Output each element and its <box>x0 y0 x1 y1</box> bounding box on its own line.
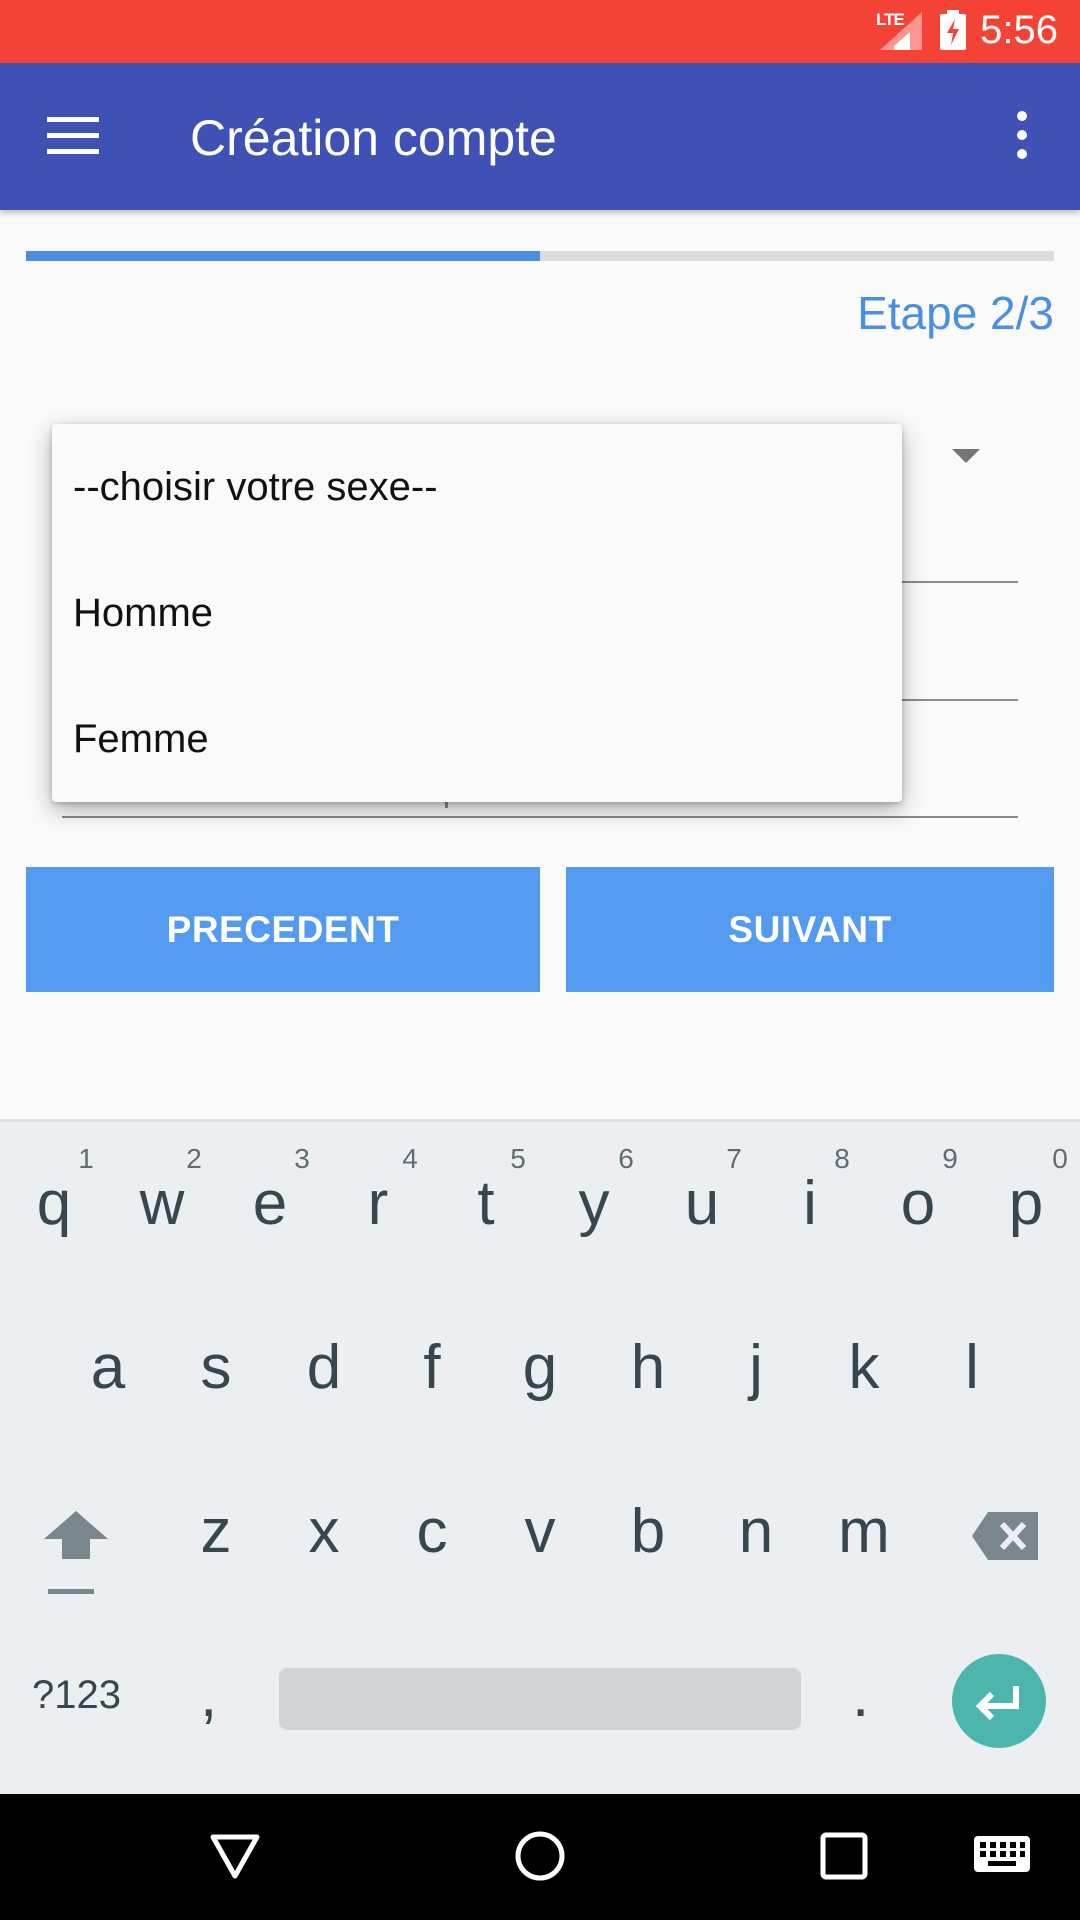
key-hint-1: 1 <box>78 1143 94 1174</box>
key-d[interactable]: d <box>270 1332 378 1403</box>
comma-key[interactable]: , <box>200 1660 217 1731</box>
key-k[interactable]: k <box>810 1332 918 1403</box>
space-key[interactable] <box>279 1668 801 1730</box>
key-x[interactable]: x <box>270 1496 378 1567</box>
key-o[interactable]: o <box>864 1168 972 1239</box>
key-b[interactable]: b <box>594 1496 702 1567</box>
key-u[interactable]: u <box>648 1168 756 1239</box>
app-bar: Création compte <box>0 63 1080 210</box>
step-progress-fill <box>26 251 540 261</box>
key-g[interactable]: g <box>486 1332 594 1403</box>
home-circle-icon[interactable] <box>514 1830 566 1882</box>
page-title: Création compte <box>190 110 557 166</box>
key-y[interactable]: y <box>540 1168 648 1239</box>
key-v[interactable]: v <box>486 1496 594 1567</box>
key-q[interactable]: q <box>0 1168 108 1239</box>
key-i[interactable]: i <box>756 1168 864 1239</box>
symbols-key[interactable]: ?123 <box>32 1673 121 1718</box>
enter-key[interactable] <box>952 1654 1046 1748</box>
key-j[interactable]: j <box>702 1332 810 1403</box>
dropdown-option-femme[interactable]: Femme <box>52 676 902 802</box>
key-hint-9: 9 <box>942 1143 958 1174</box>
key-c[interactable]: c <box>378 1496 486 1567</box>
key-hint-0: 0 <box>1052 1143 1068 1174</box>
key-h[interactable]: h <box>594 1332 702 1403</box>
screen: LTE 5:56 Création compte Etape 2/3 --cho… <box>0 0 1080 1920</box>
form-field-underline[interactable] <box>62 816 1018 818</box>
key-p[interactable]: p <box>972 1168 1080 1239</box>
key-z[interactable]: z <box>162 1496 270 1567</box>
key-hint-2: 2 <box>186 1143 202 1174</box>
key-hint-6: 6 <box>618 1143 634 1174</box>
dropdown-arrow-icon[interactable] <box>952 449 980 463</box>
key-hint-8: 8 <box>834 1143 850 1174</box>
key-a[interactable]: a <box>54 1332 162 1403</box>
key-n[interactable]: n <box>702 1496 810 1567</box>
key-w[interactable]: w <box>108 1168 216 1239</box>
system-navigation-bar <box>0 1794 1080 1920</box>
battery-charging-icon <box>940 10 966 50</box>
keyboard-switch-icon[interactable] <box>974 1836 1030 1876</box>
shift-icon[interactable] <box>44 1511 108 1595</box>
backspace-icon[interactable] <box>972 1512 1038 1560</box>
gender-dropdown-popup: --choisir votre sexe-- Homme Femme <box>52 424 902 802</box>
key-r[interactable]: r <box>324 1168 432 1239</box>
clock: 5:56 <box>980 8 1058 52</box>
dropdown-option-homme[interactable]: Homme <box>52 550 902 676</box>
key-s[interactable]: s <box>162 1332 270 1403</box>
key-f[interactable]: f <box>378 1332 486 1403</box>
enter-icon <box>975 1686 1019 1721</box>
key-hint-5: 5 <box>510 1143 526 1174</box>
previous-button[interactable]: PRECEDENT <box>26 867 540 992</box>
dropdown-option-placeholder[interactable]: --choisir votre sexe-- <box>52 424 902 550</box>
status-bar: LTE 5:56 <box>0 0 1080 63</box>
step-label: Etape 2/3 <box>857 287 1054 339</box>
key-l[interactable]: l <box>918 1332 1026 1403</box>
key-hint-4: 4 <box>402 1143 418 1174</box>
back-triangle-icon[interactable] <box>210 1834 260 1880</box>
period-key[interactable]: . <box>852 1660 869 1731</box>
next-button[interactable]: SUIVANT <box>566 867 1054 992</box>
key-hint-7: 7 <box>726 1143 742 1174</box>
step-progress-bar <box>26 251 1054 261</box>
recents-square-icon[interactable] <box>820 1832 868 1880</box>
key-hint-3: 3 <box>294 1143 310 1174</box>
key-t[interactable]: t <box>432 1168 540 1239</box>
signal-icon <box>880 12 922 50</box>
key-m[interactable]: m <box>810 1496 918 1567</box>
hamburger-menu-icon[interactable] <box>47 117 99 155</box>
key-e[interactable]: e <box>216 1168 324 1239</box>
more-vert-icon[interactable] <box>1012 111 1032 161</box>
